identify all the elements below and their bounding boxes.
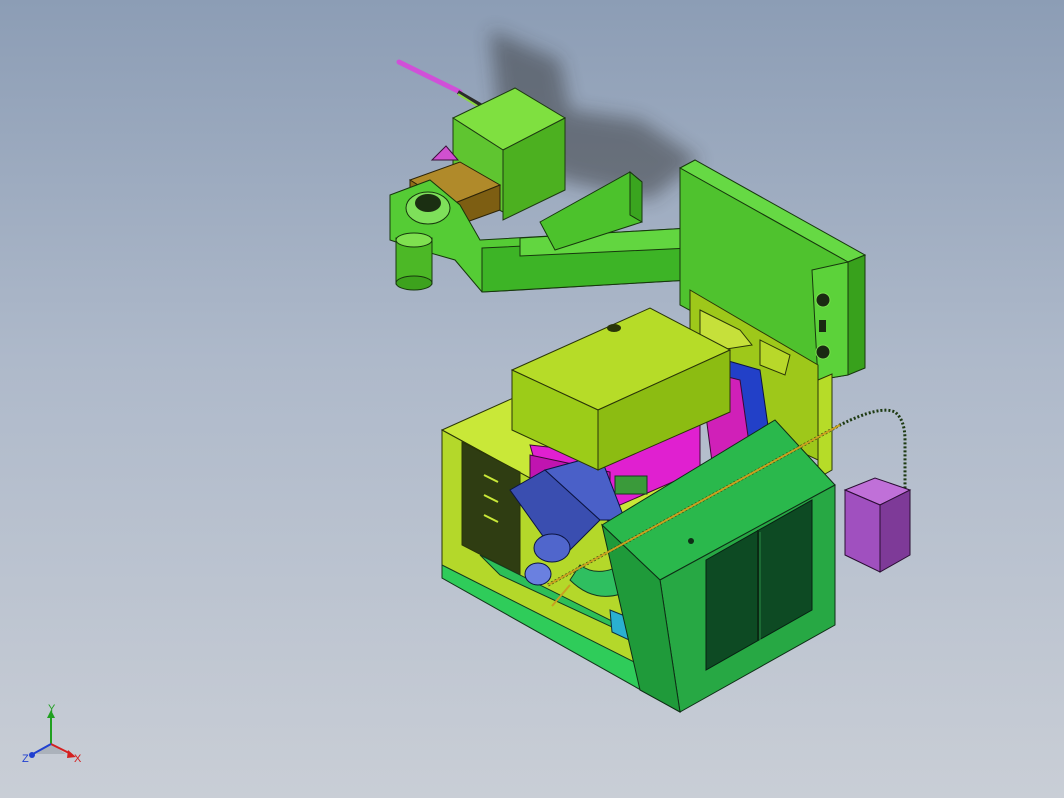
robot-base-column[interactable] xyxy=(395,232,433,291)
z-axis-label: Z xyxy=(22,753,29,765)
x-axis-label: X xyxy=(74,753,82,765)
axis-triad: Y X Z xyxy=(22,703,82,765)
3d-model-canvas[interactable] xyxy=(0,0,1064,798)
y-axis-label: Y xyxy=(48,703,56,715)
z-axis-arrow-icon xyxy=(29,752,35,758)
cad-viewport[interactable]: Y X Z xyxy=(0,0,1064,798)
coolant-tank[interactable] xyxy=(843,477,912,573)
